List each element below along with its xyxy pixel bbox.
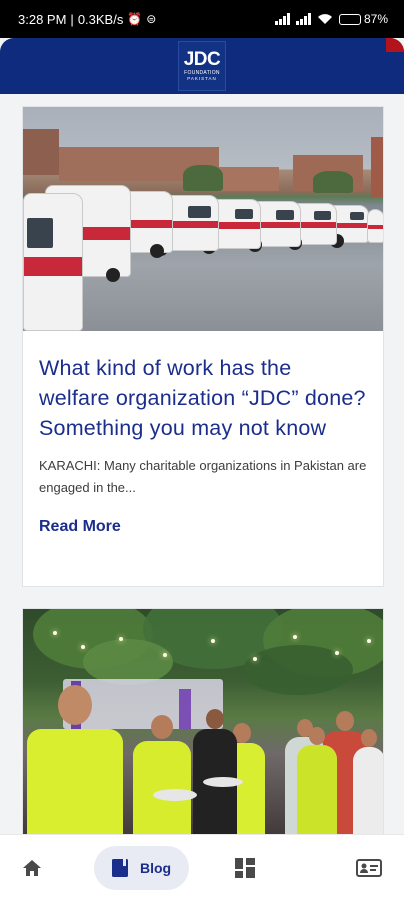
post-title[interactable]: What kind of work has the welfare organi… bbox=[39, 353, 367, 443]
home-icon bbox=[23, 859, 41, 876]
nav-dashboard[interactable] bbox=[235, 846, 256, 890]
nav-contact[interactable] bbox=[356, 846, 382, 890]
sync-icon: ⊜ bbox=[146, 12, 157, 26]
nav-home[interactable] bbox=[22, 846, 42, 890]
battery-icon: 87% bbox=[338, 12, 388, 26]
status-time: 3:28 PM bbox=[18, 11, 67, 27]
post-image-volunteers[interactable] bbox=[23, 609, 383, 834]
nav-blog-label: Blog bbox=[140, 859, 172, 876]
status-network-speed: 0.3KB/s bbox=[77, 11, 124, 27]
signal-icon bbox=[274, 13, 290, 25]
blog-post-card-2[interactable] bbox=[22, 608, 384, 834]
post-excerpt: KARACHI: Many charitable organizations i… bbox=[39, 458, 367, 495]
wifi-icon bbox=[317, 14, 332, 24]
contact-card-icon bbox=[356, 858, 382, 877]
nav-blog[interactable]: Blog bbox=[94, 845, 190, 890]
grid-icon bbox=[235, 857, 256, 878]
blog-post-card[interactable]: What kind of work has the welfare organi… bbox=[22, 106, 384, 587]
signal-icon-2 bbox=[295, 13, 311, 25]
book-icon bbox=[112, 858, 128, 877]
battery-percent: 87% bbox=[363, 12, 388, 26]
app-header: JDC FOUNDATION PAKISTAN bbox=[0, 38, 404, 94]
jdc-logo[interactable]: JDC FOUNDATION PAKISTAN bbox=[178, 41, 226, 91]
alarm-icon: ⏰ bbox=[127, 12, 143, 26]
read-more-link[interactable]: Read More bbox=[39, 518, 121, 536]
bottom-navigation: Blog bbox=[0, 834, 404, 900]
post-image-ambulances[interactable] bbox=[23, 107, 383, 331]
status-bar: 3:28 PM | 0.3KB/s ⏰ ⊜ 87% bbox=[0, 0, 404, 38]
blog-feed[interactable]: What kind of work has the welfare organi… bbox=[0, 94, 404, 834]
